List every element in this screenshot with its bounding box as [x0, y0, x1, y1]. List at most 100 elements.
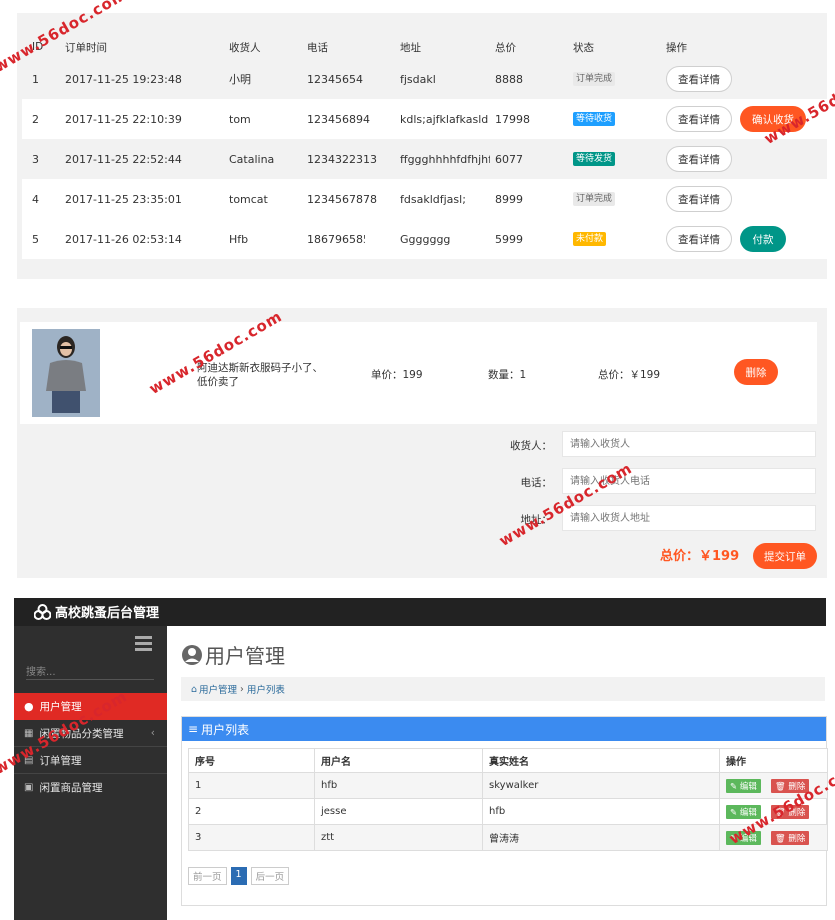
edit-label: 编辑 [739, 781, 757, 792]
product-image [32, 329, 100, 417]
view-detail-button[interactable]: 查看详情 [666, 186, 732, 212]
order-address: fdsakldfjasl; [400, 192, 466, 206]
user-list-panel: ≡ 用户列表 序号 用户名 真实姓名 操作 1 hfb skywalker ✎ … [181, 716, 828, 906]
header-actions: 操作 [719, 748, 828, 773]
phone-label: 电话： [520, 477, 553, 489]
user-username: hfb [314, 772, 483, 799]
user-no: 2 [188, 798, 315, 825]
order-address: Ggggggg [400, 232, 451, 246]
user-circle-icon: ● [24, 700, 34, 713]
user-circle-icon [182, 644, 202, 665]
delete-button[interactable]: 🗑 删除 [770, 830, 810, 845]
table-row: 1 hfb skywalker ✎ 编辑 🗑 删除 [188, 772, 828, 799]
status-badge: 等待收货 [573, 112, 616, 126]
panel-header: ≡ 用户列表 [182, 717, 826, 741]
order-receiver: 小明 [229, 73, 251, 86]
page-1-button[interactable]: 1 [230, 867, 247, 885]
delete-item-button[interactable]: 删除 [734, 359, 778, 385]
breadcrumb-root[interactable]: 用户管理 [199, 682, 237, 696]
receiver-label: 收货人： [510, 440, 552, 452]
header-total: 总价 [495, 41, 516, 54]
sidebar-item-products[interactable]: ▣ 闲置商品管理 [14, 774, 167, 801]
grid-icon: ▦ [24, 727, 34, 739]
order-id: 1 [32, 72, 39, 86]
order-receiver: tomcat [229, 192, 268, 206]
header-phone: 电话 [307, 41, 328, 54]
cart-item: 阿迪达斯新衣服码子小了、 低价卖了 单价：199 数量：1 总价：￥199 删除 [20, 322, 817, 424]
order-address: ffggghhhhfdfhjhff [400, 152, 490, 166]
home-icon: ⌂ [191, 683, 198, 695]
order-time: 2017-11-26 02:53:14 [65, 232, 182, 246]
order-status-cell: 等待收货 [573, 99, 616, 139]
user-no: 3 [188, 824, 315, 851]
unit-price: 单价：199 [371, 369, 423, 381]
menu-toggle-icon[interactable] [135, 636, 152, 651]
user-realname: hfb [482, 798, 720, 825]
user-no: 1 [188, 772, 315, 799]
receiver-input[interactable] [562, 431, 816, 457]
order-total: 8888 [495, 72, 523, 86]
edit-button[interactable]: ✎ 编辑 [726, 778, 761, 793]
sidebar-search-input[interactable]: 搜索... [26, 662, 154, 680]
user-realname: 曾涛涛 [482, 824, 720, 851]
logo-icon [34, 604, 51, 620]
order-total: 总价：￥199 [660, 549, 740, 564]
user-username: jesse [314, 798, 483, 825]
breadcrumb-current: 用户列表 [246, 685, 285, 696]
order-phone: 1234322313 [307, 152, 377, 166]
order-status-cell: 等待发货 [573, 139, 616, 179]
order-address: fjsdakl [400, 72, 436, 86]
pagination: 前一页 1 后一页 [188, 867, 290, 885]
page-title: 用户管理 [181, 640, 285, 669]
admin-title: 高校跳蚤后台管理 [55, 606, 160, 621]
order-total: 17998 [495, 112, 530, 126]
pay-button[interactable]: 付款 [740, 226, 786, 252]
status-badge: 订单完成 [573, 72, 616, 86]
submit-order-button[interactable]: 提交订单 [753, 543, 817, 569]
breadcrumb-separator: › [240, 683, 244, 695]
order-status-cell: 订单完成 [573, 179, 616, 219]
order-time: 2017-11-25 22:10:39 [65, 112, 182, 126]
user-username: ztt [314, 824, 483, 851]
order-phone: 1234567878 [307, 192, 377, 206]
status-badge: 订单完成 [573, 192, 616, 206]
order-phone: 12345654 [307, 72, 363, 86]
status-badge: 等待发货 [573, 152, 616, 166]
sidebar-item-label: 闲置商品管理 [39, 782, 103, 794]
chevron-left-icon: ‹ [150, 727, 155, 739]
header-username: 用户名 [314, 748, 483, 773]
next-page-button[interactable]: 后一页 [250, 867, 290, 885]
sidebar-item-label: 用户管理 [39, 701, 82, 713]
view-detail-button[interactable]: 查看详情 [666, 66, 732, 92]
table-row: 2 jesse hfb ✎ 编辑 🗑 删除 [188, 798, 828, 825]
order-id: 5 [32, 232, 39, 246]
order-time: 2017-11-25 23:35:01 [65, 192, 182, 206]
address-input[interactable] [562, 505, 816, 531]
breadcrumb: ⌂ 用户管理 › 用户列表 [181, 677, 825, 701]
bag-icon: ▣ [24, 782, 34, 793]
status-badge: 未付款 [573, 232, 607, 246]
view-detail-button[interactable]: 查看详情 [666, 146, 732, 172]
view-detail-button[interactable]: 查看详情 [666, 226, 732, 252]
order-status-cell: 未付款 [573, 219, 607, 259]
order-receiver: Hfb [229, 232, 249, 246]
order-id: 4 [32, 192, 39, 206]
order-total: 8999 [495, 192, 523, 206]
orders-table-header: ID 订单时间 收货人 电话 地址 总价 状态 操作 [22, 35, 827, 59]
order-id: 3 [32, 152, 39, 166]
header-no: 序号 [188, 748, 315, 773]
order-phone: 18679658545 [307, 232, 365, 246]
prev-page-button[interactable]: 前一页 [188, 867, 227, 885]
quantity: 数量：1 [488, 369, 527, 381]
order-address: kdls;ajfklafkasld [400, 112, 489, 126]
panel-title: 用户列表 [201, 722, 250, 737]
order-phone: 123456894 [307, 112, 370, 126]
order-time: 2017-11-25 22:52:44 [65, 152, 182, 166]
view-detail-button[interactable]: 查看详情 [666, 106, 732, 132]
order-id: 2 [32, 112, 39, 126]
order-receiver: tom [229, 112, 251, 126]
product-name-line2: 低价卖了 [197, 376, 239, 388]
sidebar-item-label: 订单管理 [39, 754, 82, 767]
header-time: 订单时间 [65, 41, 107, 54]
admin-sidebar: 搜索... ● 用户管理 ▦ 闲置物品分类管理 ‹ ▤ 订单管理 ▣ 闲置商品管… [14, 626, 167, 920]
